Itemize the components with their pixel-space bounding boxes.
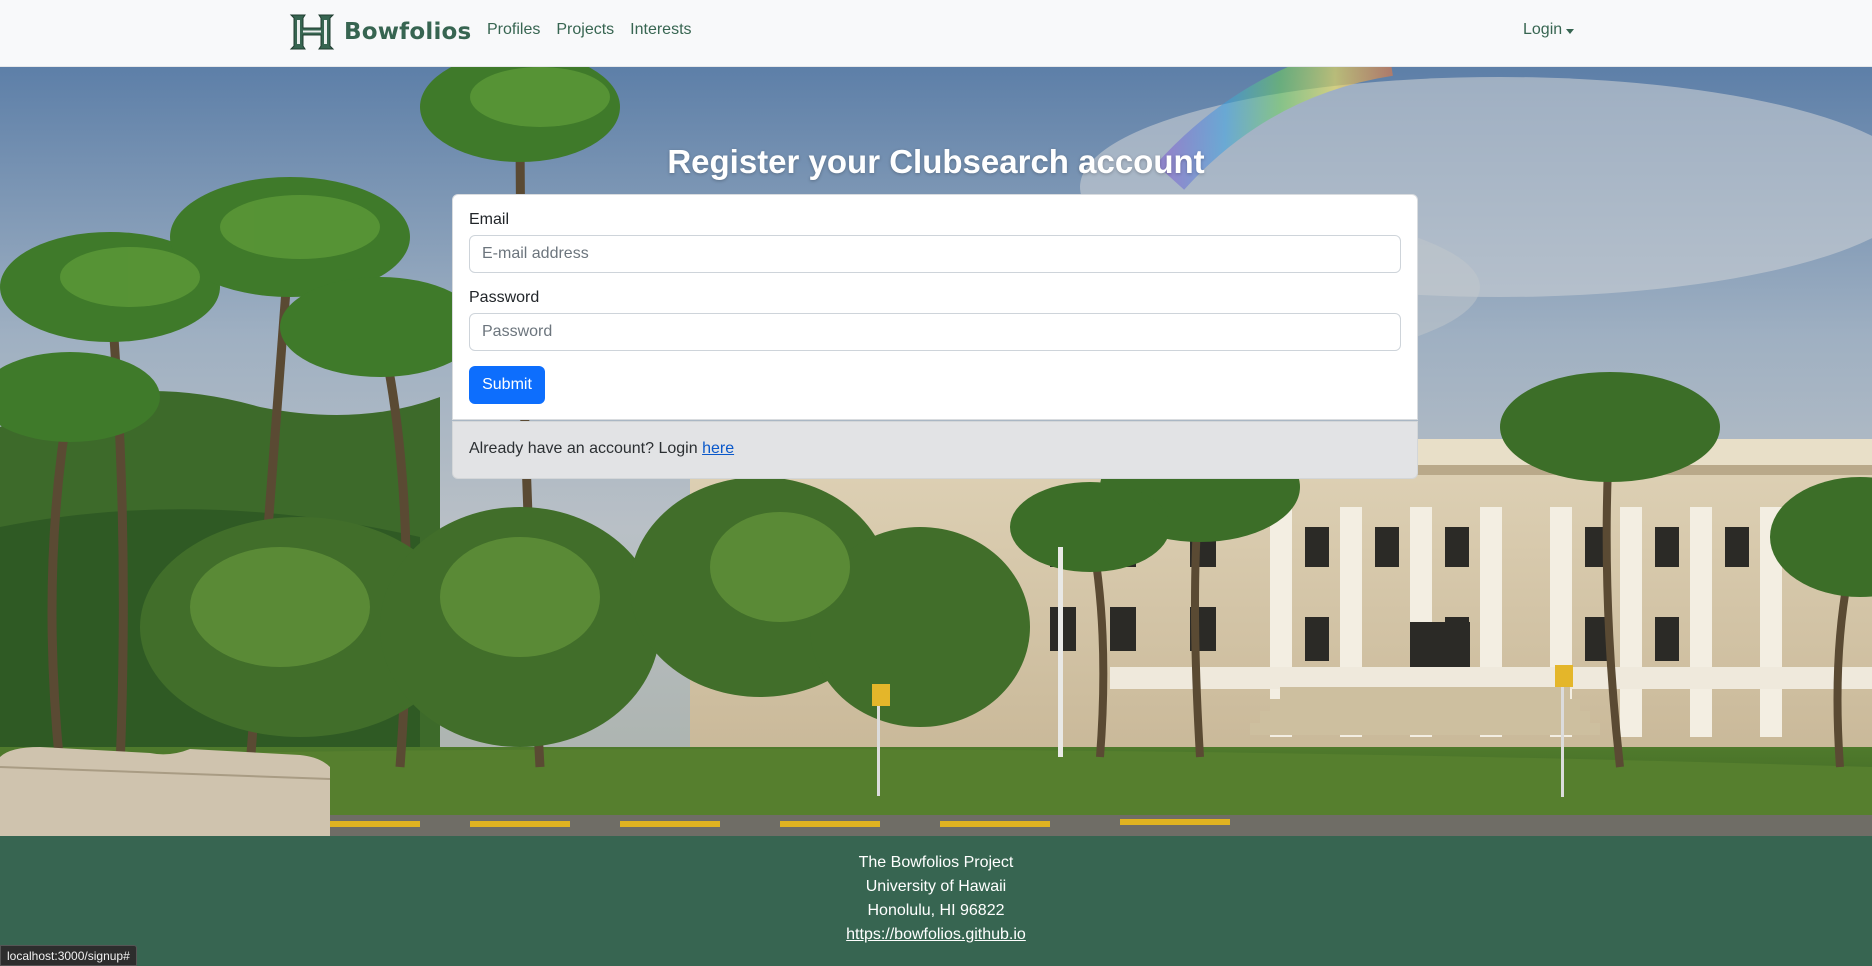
hawaii-h-logo-icon — [289, 14, 335, 50]
nav-link-projects[interactable]: Projects — [556, 21, 614, 39]
login-dropdown-label: Login — [1523, 21, 1563, 38]
status-bar-url: localhost:3000/signup# — [0, 945, 137, 966]
main-nav: Profiles Projects Interests — [487, 21, 692, 39]
nav-link-interests[interactable]: Interests — [630, 21, 691, 39]
footer-address: Honolulu, HI 96822 — [867, 902, 1005, 919]
register-form-card: Email Password Submit — [452, 194, 1418, 420]
brand-link[interactable]: Bowfolios — [288, 12, 471, 52]
page-title: Register your Clubsearch account — [667, 143, 1205, 180]
footer-website-link[interactable]: https://bowfolios.github.io — [846, 926, 1026, 943]
brand-name: Bowfolios — [344, 19, 472, 45]
email-label: Email — [469, 211, 510, 228]
page-footer: The Bowfolios Project University of Hawa… — [0, 836, 1872, 966]
top-navbar: Bowfolios Profiles Projects Interests Lo… — [0, 0, 1872, 67]
login-prompt-text: Already have an account? Login — [469, 440, 703, 457]
login-prompt-message: Already have an account? Login here — [452, 421, 1418, 479]
footer-project-name: The Bowfolios Project — [858, 854, 1014, 871]
login-dropdown[interactable]: Login — [1523, 21, 1575, 39]
caret-down-icon — [1566, 28, 1575, 34]
email-field[interactable] — [469, 235, 1401, 273]
footer-university: University of Hawaii — [865, 878, 1007, 895]
password-field[interactable] — [469, 313, 1401, 351]
nav-link-profiles[interactable]: Profiles — [487, 21, 540, 39]
password-label: Password — [469, 289, 540, 306]
login-here-link[interactable]: here — [702, 440, 734, 457]
submit-button[interactable]: Submit — [469, 366, 545, 404]
